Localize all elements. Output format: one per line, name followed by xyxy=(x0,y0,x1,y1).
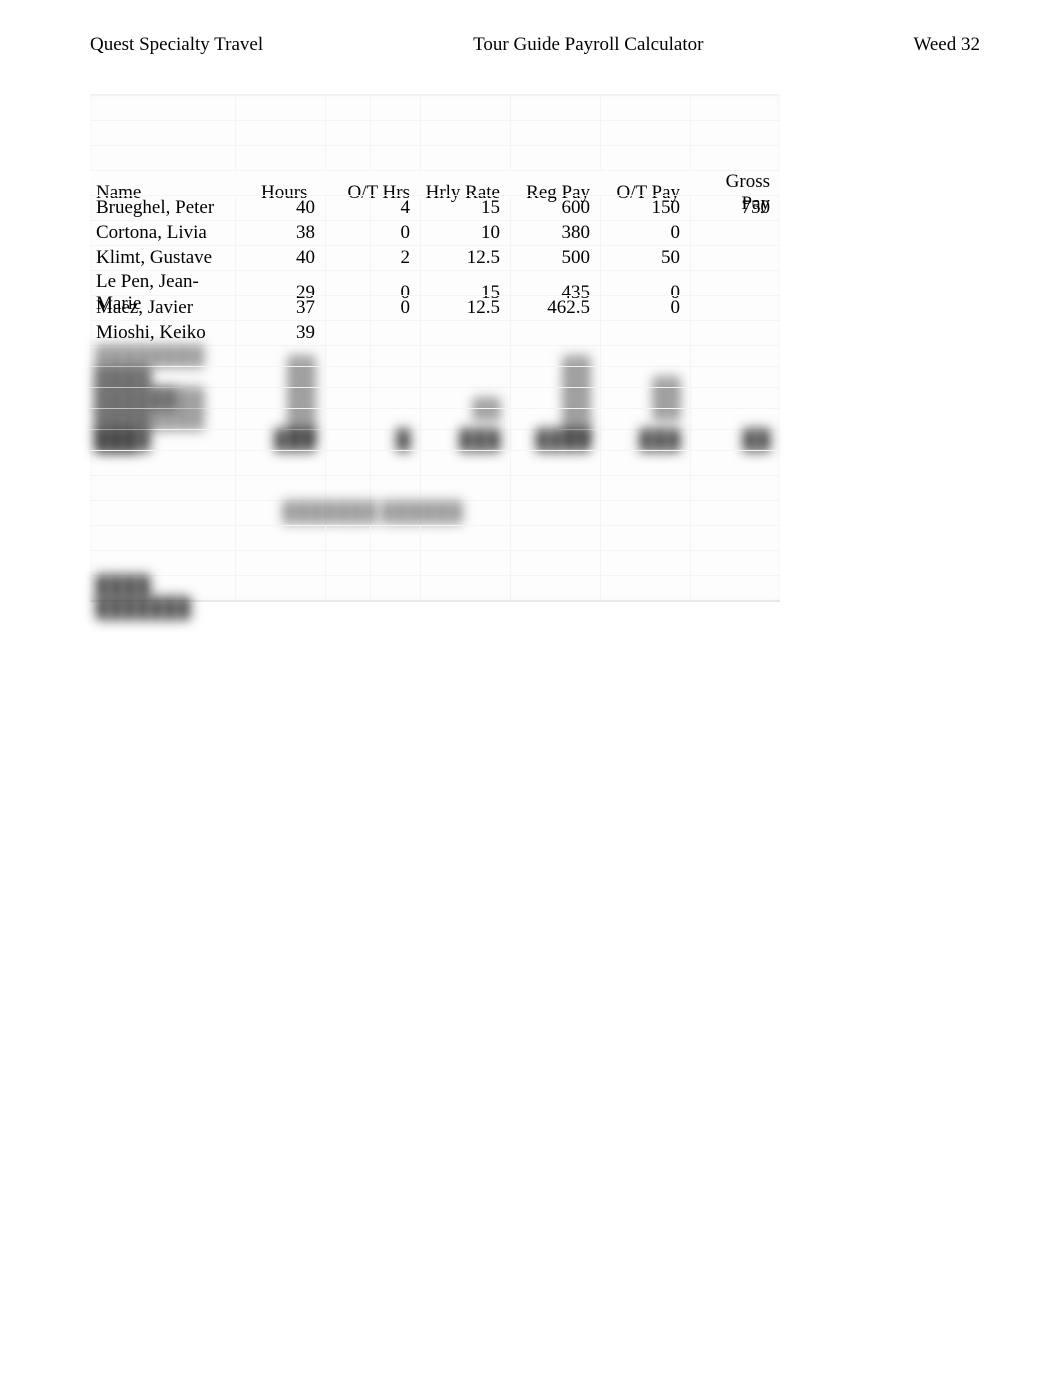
cell-reg-pay: 380 xyxy=(510,222,600,244)
cell-hrly-rate: 12.5 xyxy=(420,297,510,319)
cell-ot-hrs: 2 xyxy=(325,247,420,269)
cell-hrly-rate: 10 xyxy=(420,222,510,244)
cell-hrly-rate: 15 xyxy=(420,197,510,219)
table-row: ████████ ████ ██ ██ xyxy=(90,345,780,366)
table-row xyxy=(90,145,780,170)
cell-reg-pay: 500 xyxy=(510,247,600,269)
table-row xyxy=(90,450,780,475)
table-row: ████████ ████ ██ ██ ██ ██ xyxy=(90,387,780,408)
cell-hours: 40 xyxy=(235,197,325,219)
cell-ot-pay: 0 xyxy=(600,222,690,244)
table-row: Mioshi, Keiko 39 xyxy=(90,320,780,345)
table-row: Maez, Javier 37 0 12.5 462.5 0 xyxy=(90,295,780,320)
cell-name: Klimt, Gustave xyxy=(90,247,235,269)
table-row: ████ ██████ ██ ██ ██ xyxy=(90,366,780,387)
cell-ot-hrs: 0 xyxy=(325,222,420,244)
cell-gross-pay: 750 xyxy=(690,197,780,219)
table-row xyxy=(90,95,780,120)
table-row: Cortona, Livia 38 0 10 380 0 xyxy=(90,220,780,245)
table-row: ███████ ██████ xyxy=(90,500,780,525)
page: Quest Specialty Travel Tour Guide Payrol… xyxy=(0,0,1062,1377)
cell-name: Maez, Javier xyxy=(90,297,235,319)
mid-label: ███████ ██████ xyxy=(235,502,510,524)
table-row: ████████ ███ ██ ██ xyxy=(90,408,780,429)
table-row xyxy=(90,120,780,145)
page-header: Quest Specialty Travel Tour Guide Payrol… xyxy=(90,34,980,56)
cell-ot-hrs: 4 xyxy=(325,197,420,219)
table-row: Klimt, Gustave 40 2 12.5 500 50 xyxy=(90,245,780,270)
cell-hours: 37 xyxy=(235,297,325,319)
header-title: Tour Guide Payroll Calculator xyxy=(473,34,703,56)
cell-name: Brueghel, Peter xyxy=(90,197,235,219)
table-row: ████ ███████ xyxy=(90,575,780,600)
cell-hours: 40 xyxy=(235,247,325,269)
table-row xyxy=(90,525,780,550)
table-row: ████ ███ █ ███ ████ ███ ██ xyxy=(90,429,780,450)
cell-hours: 38 xyxy=(235,222,325,244)
cell-name: ████ xyxy=(90,430,235,452)
footer-label: ████ ███████ xyxy=(90,576,235,620)
header-page-tag: Weed 32 xyxy=(913,34,980,56)
cell-ot-pay: 50 xyxy=(600,247,690,269)
cell-name: Cortona, Livia xyxy=(90,222,235,244)
table-row xyxy=(90,550,780,575)
table-header-row: Name Hours O/T Hrs Hrly Rate Reg Pay O/T… xyxy=(90,170,780,195)
header-company: Quest Specialty Travel xyxy=(90,34,263,56)
cell-hrly-rate: 12.5 xyxy=(420,247,510,269)
cell-ot-pay: 0 xyxy=(600,297,690,319)
cell-name: Mioshi, Keiko xyxy=(90,322,235,344)
table-row: Brueghel, Peter 40 4 15 600 150 750 xyxy=(90,195,780,220)
cell-ot-pay: 150 xyxy=(600,197,690,219)
cell-hours: 39 xyxy=(235,322,325,344)
payroll-table: Name Hours O/T Hrs Hrly Rate Reg Pay O/T… xyxy=(90,94,780,602)
cell-ot-hrs: 0 xyxy=(325,297,420,319)
cell-reg-pay: 462.5 xyxy=(510,297,600,319)
table-row xyxy=(90,475,780,500)
cell-reg-pay: 600 xyxy=(510,197,600,219)
table-row: Le Pen, Jean-Marie 29 0 15 435 0 xyxy=(90,270,780,295)
